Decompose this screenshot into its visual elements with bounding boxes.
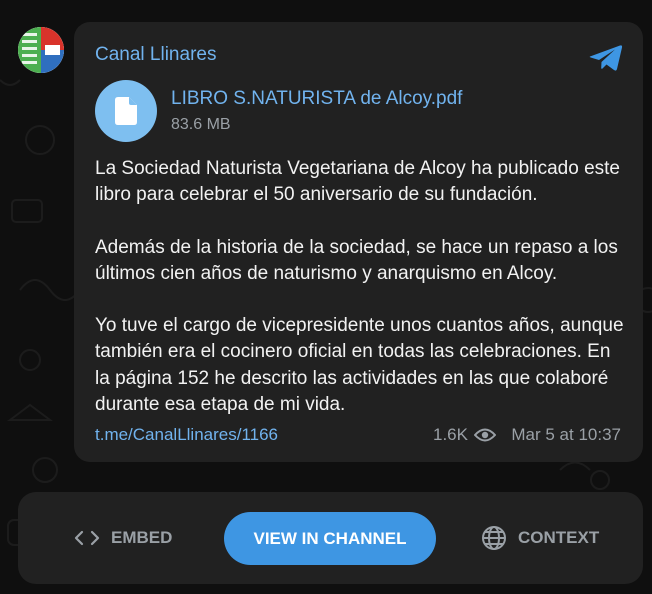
channel-avatar-logo <box>18 27 64 73</box>
message-paragraph: Además de la historia de la sociedad, se… <box>95 236 618 284</box>
file-name[interactable]: LIBRO S.NATURISTA de Alcoy.pdf <box>171 88 462 110</box>
embed-button[interactable]: EMBED <box>74 523 172 553</box>
message-bubble: Canal Llinares LIBRO S.NATURISTA de Alco… <box>74 22 643 462</box>
code-icon <box>74 530 100 546</box>
channel-avatar[interactable] <box>18 27 64 73</box>
message-paragraph: La Sociedad Naturista Vegetariana de Alc… <box>95 158 620 206</box>
telegram-icon[interactable] <box>589 44 623 72</box>
context-label: CONTEXT <box>518 528 600 547</box>
document-icon[interactable] <box>95 80 157 142</box>
message-paragraph: Yo tuve el cargo de vicepresidente unos … <box>95 315 624 415</box>
globe-icon <box>482 526 506 550</box>
channel-name[interactable]: Canal Llinares <box>95 44 216 66</box>
context-button[interactable]: CONTEXT <box>481 523 599 553</box>
embed-label: EMBED <box>111 528 173 547</box>
post-link[interactable]: t.me/CanalLlinares/1166 <box>95 425 278 445</box>
file-size: 83.6 MB <box>171 116 231 133</box>
view-in-channel-button[interactable]: VIEW IN CHANNEL <box>224 512 436 565</box>
message-text: La Sociedad Naturista Vegetariana de Alc… <box>95 156 630 418</box>
view-count: 1.6K <box>433 425 468 444</box>
eye-icon <box>474 428 496 442</box>
footer-action-bar: EMBED VIEW IN CHANNEL CONTEXT <box>18 492 643 584</box>
post-date: Mar 5 at 10:37 <box>511 425 621 444</box>
